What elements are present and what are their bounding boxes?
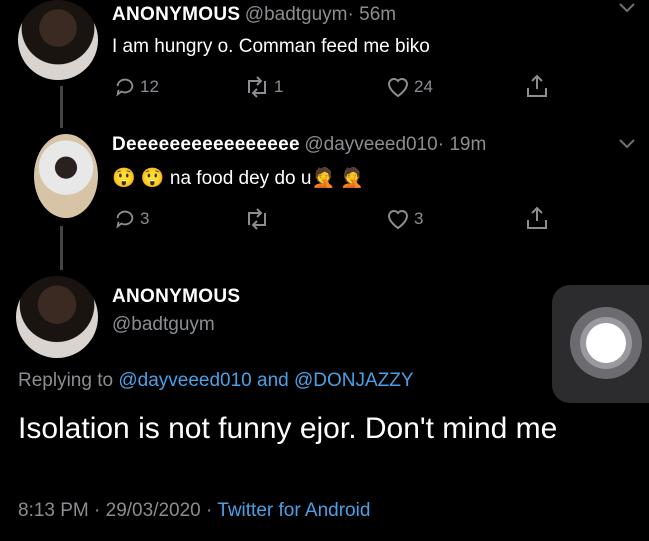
share-icon xyxy=(526,74,548,98)
like-button[interactable]: 24 xyxy=(386,76,433,98)
retweet-button[interactable] xyxy=(244,208,270,230)
replying-to: Replying to @dayveeed010 and @DONJAZZY xyxy=(18,370,414,392)
reply-count: 3 xyxy=(140,209,150,228)
display-name[interactable]: ANONYMOUS xyxy=(112,4,240,25)
handle[interactable]: @badtguym xyxy=(245,4,348,25)
like-count: 24 xyxy=(414,77,433,96)
assistive-touch-icon xyxy=(570,307,642,379)
tweet-timestamp-row: 8:13 PM · 29/03/2020 · Twitter for Andro… xyxy=(18,500,370,522)
chevron-down-icon[interactable] xyxy=(618,138,636,150)
tweet-time: · 56m xyxy=(347,4,397,25)
share-button[interactable] xyxy=(526,206,548,230)
reply-count: 12 xyxy=(140,77,159,96)
like-count: 3 xyxy=(414,209,424,228)
heart-icon xyxy=(386,76,410,98)
reply-button[interactable]: 12 xyxy=(114,76,159,98)
reply-and: and xyxy=(257,370,289,391)
avatar[interactable] xyxy=(18,0,98,80)
tweet-text-body: na food dey do u xyxy=(169,168,312,189)
thread-line xyxy=(60,226,63,270)
timestamp: 8:13 PM · 29/03/2020 · xyxy=(18,500,213,521)
main-tweet-text: Isolation is not funny ejor. Don't mind … xyxy=(18,412,558,445)
emoji: 😲 😲 xyxy=(112,168,165,189)
share-icon xyxy=(526,206,548,230)
display-name[interactable]: Deeeeeeeeeeeeeeee xyxy=(112,134,300,155)
handle[interactable]: @dayveeed010 xyxy=(304,134,437,155)
avatar[interactable] xyxy=(16,276,98,358)
reply-icon xyxy=(114,208,136,230)
tweet-header: ANONYMOUS @badtguym· 56m xyxy=(112,4,396,26)
reply-mention[interactable]: @DONJAZZY xyxy=(294,370,414,391)
tweet-header: Deeeeeeeeeeeeeeee @dayveeed010· 19m xyxy=(112,134,486,156)
reply-icon xyxy=(114,76,136,98)
retweet-icon xyxy=(244,76,270,98)
retweet-count: 1 xyxy=(274,77,284,96)
reply-mention[interactable]: @dayveeed010 xyxy=(118,370,251,391)
retweet-button[interactable]: 1 xyxy=(244,76,283,98)
reply-button[interactable]: 3 xyxy=(114,208,149,230)
like-button[interactable]: 3 xyxy=(386,208,423,230)
emoji: 🤦 🤦 xyxy=(311,168,365,189)
heart-icon xyxy=(386,208,410,230)
share-button[interactable] xyxy=(526,74,548,98)
replying-label: Replying to xyxy=(18,370,114,391)
avatar[interactable] xyxy=(34,134,98,218)
chevron-down-icon[interactable] xyxy=(618,2,636,14)
tweet-text: 😲 😲 na food dey do u🤦 🤦 xyxy=(112,166,364,190)
assistive-touch-button[interactable] xyxy=(552,285,649,403)
tweet-time: · 19m xyxy=(437,134,487,155)
thread-line xyxy=(60,86,63,128)
source-link[interactable]: Twitter for Android xyxy=(217,500,370,521)
retweet-icon xyxy=(244,208,270,230)
handle[interactable]: @badtguym xyxy=(112,314,215,336)
tweet-text: I am hungry o. Comman feed me biko xyxy=(112,36,430,57)
display-name[interactable]: ANONYMOUS xyxy=(112,286,240,308)
